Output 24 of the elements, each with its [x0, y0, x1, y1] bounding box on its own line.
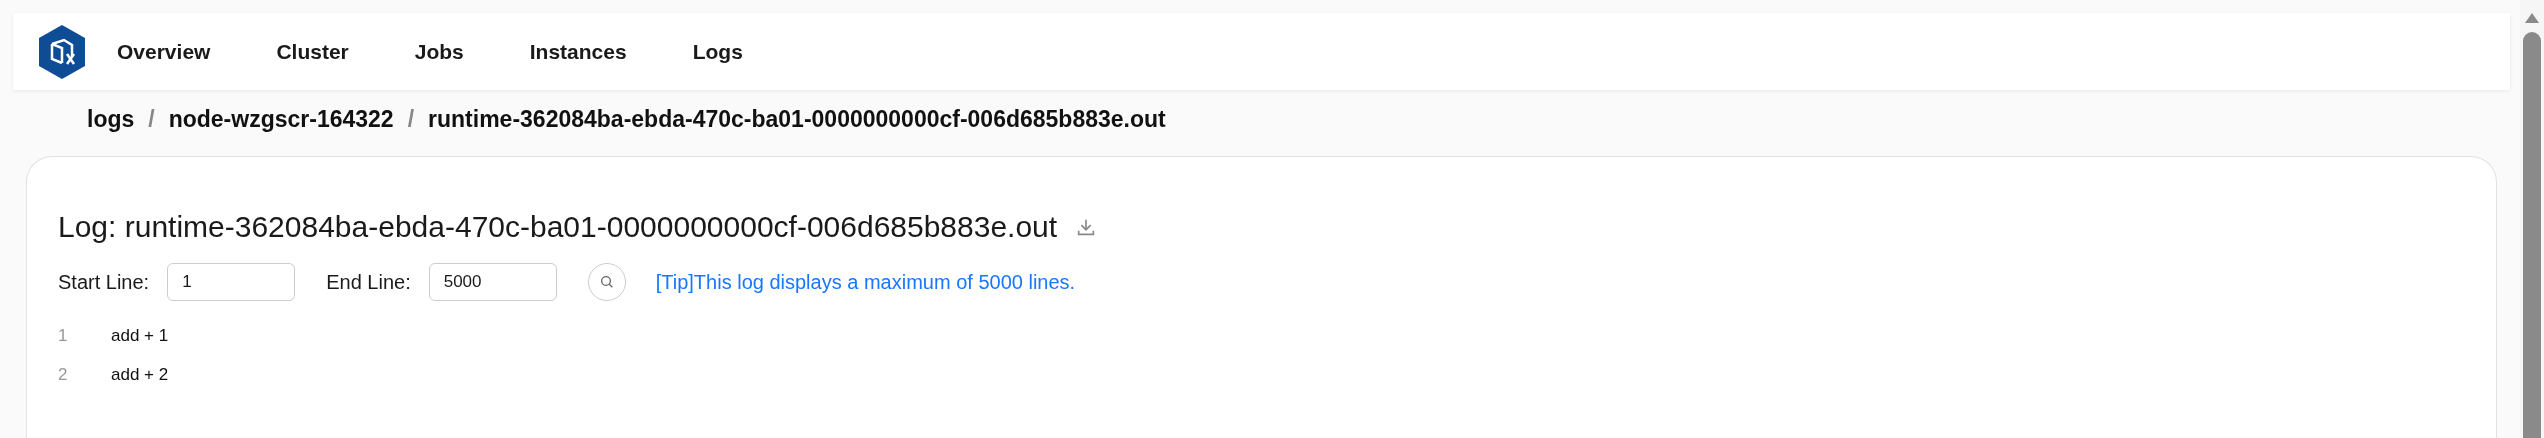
line-number: 2: [58, 363, 69, 386]
log-line: add + 1: [111, 325, 169, 347]
log-title: Log: runtime-362084ba-ebda-470c-ba01-0000000000cf-006d685b883e.out: [58, 209, 1058, 245]
line-number: 1: [58, 325, 69, 347]
input-field[interactable]: 5000: [428, 263, 557, 301]
tip-text: [Tip]This log displays a maximum of 5000 lines.: [655, 270, 1076, 295]
input-field[interactable]: 1: [167, 263, 296, 301]
nav-link[interactable]: Jobs: [414, 35, 464, 68]
nav-link[interactable]: Cluster: [276, 35, 349, 68]
scrollbar-thumb[interactable]: [2523, 32, 2541, 438]
logo-icon: [37, 23, 87, 80]
field-label: Start Line:: [58, 270, 150, 295]
breadcrumb-link[interactable]: logs: [87, 101, 135, 137]
breadcrumb-separator: /: [407, 104, 415, 134]
search-icon: [598, 274, 615, 290]
nav-link[interactable]: Overview: [117, 35, 211, 68]
breadcrumb-link[interactable]: node-wzgscr-164322: [168, 101, 394, 137]
log-line: add + 2: [111, 363, 169, 386]
scroll-up-icon[interactable]: [2524, 12, 2540, 24]
field-label: End Line:: [326, 270, 411, 295]
nav-link[interactable]: Logs: [692, 35, 743, 68]
breadcrumb-link[interactable]: runtime-362084ba-ebda-470c-ba01-0000000000cf-006d685b883e.out: [428, 101, 1166, 137]
breadcrumb-separator: /: [148, 104, 155, 134]
nav-link[interactable]: Instances: [529, 35, 627, 68]
